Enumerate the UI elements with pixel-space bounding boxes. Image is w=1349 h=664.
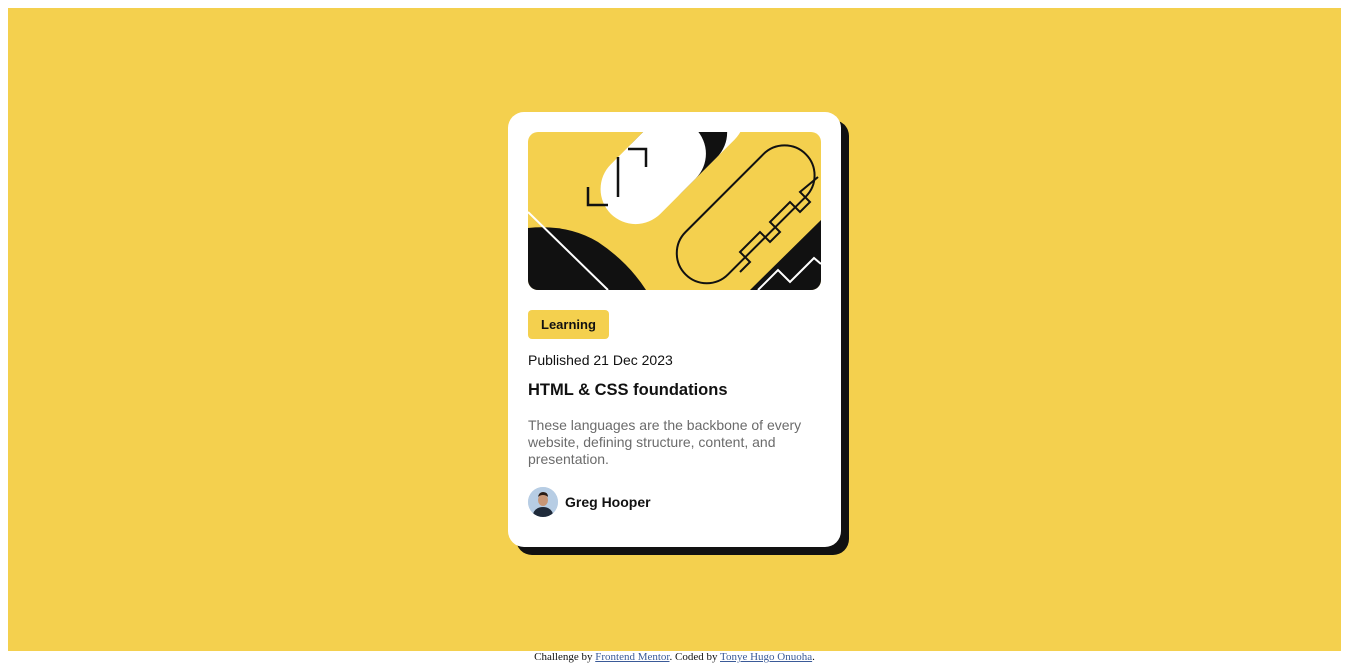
author-link[interactable]: Tonye Hugo Onuoha — [720, 651, 812, 663]
published-date: Published 21 Dec 2023 — [528, 352, 673, 368]
author-name: Greg Hooper — [565, 494, 651, 510]
frontend-mentor-link[interactable]: Frontend Mentor — [595, 651, 669, 663]
category-tag: Learning — [528, 310, 609, 339]
card-description: These languages are the backbone of ever… — [528, 417, 802, 467]
page-background: Learning Published 21 Dec 2023 HTML & CS… — [8, 8, 1341, 651]
card-title[interactable]: HTML & CSS foundations — [528, 380, 821, 400]
blog-preview-card: Learning Published 21 Dec 2023 HTML & CS… — [508, 112, 841, 547]
avatar-icon — [528, 487, 558, 517]
attribution-prefix: Challenge by — [534, 651, 596, 663]
article-illustration-svg — [528, 132, 821, 290]
attribution-middle: . Coded by — [669, 651, 721, 663]
attribution: Challenge by Frontend Mentor. Coded by T… — [0, 651, 1349, 664]
author: Greg Hooper — [528, 487, 821, 517]
article-illustration — [528, 132, 821, 290]
attribution-suffix: . — [812, 651, 815, 663]
avatar — [528, 487, 558, 517]
